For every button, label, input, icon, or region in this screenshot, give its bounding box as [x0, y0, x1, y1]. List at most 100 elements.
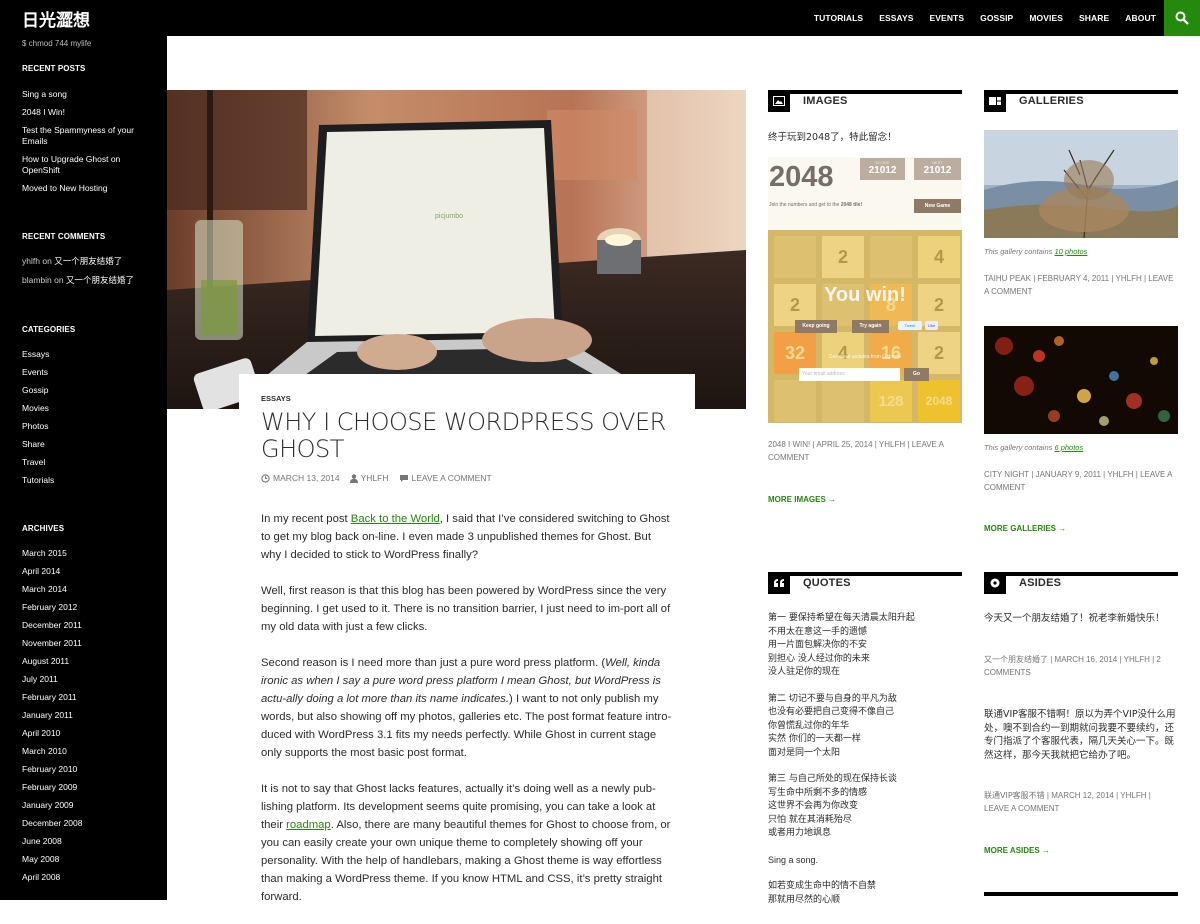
archives-list: March 2015 April 2014 March 2014 February 2…: [22, 548, 145, 883]
new-game-button[interactable]: New Game: [914, 199, 961, 213]
category-link[interactable]: Share: [22, 439, 145, 450]
gallery-post-author[interactable]: YHLFH: [1116, 274, 1142, 283]
comment-post-link[interactable]: 又一个朋友结婚了: [66, 276, 134, 286]
gallery-post-author[interactable]: YHLFH: [1107, 470, 1133, 479]
comment-post-link[interactable]: 又一个朋友结婚了: [54, 257, 122, 267]
archive-link[interactable]: March 2010: [22, 746, 145, 757]
recent-comments-heading: RECENT COMMENTS: [22, 232, 106, 241]
aside-post-author[interactable]: YHLFH: [1120, 791, 1146, 800]
nav-about[interactable]: ABOUT: [1117, 0, 1164, 36]
image-post-author[interactable]: YHLFH: [879, 440, 905, 449]
category-link[interactable]: Photos: [22, 421, 145, 432]
archive-link[interactable]: January 2009: [22, 800, 145, 811]
gallery-caption-1: This gallery contains 10 photos: [984, 247, 1087, 256]
archive-link[interactable]: February 2010: [22, 764, 145, 775]
archive-link[interactable]: February 2012: [22, 602, 145, 613]
recent-post-link[interactable]: Sing a song: [22, 89, 145, 100]
roadmap-link[interactable]: roadmap: [286, 819, 331, 831]
archive-link[interactable]: February 2011: [22, 692, 145, 703]
search-toggle[interactable]: [1164, 0, 1200, 36]
aside-post-comment[interactable]: LEAVE A COMMENT: [984, 804, 1059, 813]
aside-post-date[interactable]: MARCH 16, 2014: [1055, 655, 1118, 664]
gallery-post-link[interactable]: TAIHU PEAK: [984, 274, 1031, 283]
post-category-link[interactable]: ESSAYS: [261, 394, 291, 403]
nav-tutorials[interactable]: TUTORIALS: [806, 0, 871, 36]
archive-link[interactable]: April 2014: [22, 566, 145, 577]
win-message: You win!: [824, 284, 906, 306]
nav-gossip[interactable]: GOSSIP: [972, 0, 1021, 36]
image-post-link[interactable]: 2048 I WIN!: [768, 440, 810, 449]
nav-essays[interactable]: ESSAYS: [871, 0, 921, 36]
try-again-button[interactable]: Try again: [852, 320, 889, 333]
intro-text: Join the numbers and get to the: [769, 202, 841, 208]
more-galleries-link[interactable]: MORE GALLERIES →: [984, 524, 1066, 533]
archive-link[interactable]: July 2011: [22, 674, 145, 685]
archive-link[interactable]: January 2011: [22, 710, 145, 721]
more-images-link[interactable]: MORE IMAGES →: [768, 495, 836, 504]
archive-link[interactable]: May 2008: [22, 854, 145, 865]
quote-line: 面对是同一个太阳: [768, 747, 841, 758]
post-author-meta[interactable]: YHLFH: [349, 473, 389, 483]
archive-link[interactable]: March 2015: [22, 548, 145, 559]
site-title[interactable]: 日光澀想: [22, 6, 90, 31]
galleries-widget-heading[interactable]: GALLERIES: [1019, 95, 1084, 107]
archive-link[interactable]: March 2014: [22, 584, 145, 595]
post-title[interactable]: WHY I CHOOSE WORDPRESS OVER GHOST: [261, 409, 691, 463]
recent-post-link[interactable]: Test the Spammyness of your Emails: [22, 125, 147, 147]
category-link[interactable]: Events: [22, 367, 145, 378]
gallery-image-citynight[interactable]: [984, 326, 1178, 434]
archive-link[interactable]: February 2009: [22, 782, 145, 793]
keep-going-button[interactable]: Keep going: [795, 320, 837, 333]
post-date-meta[interactable]: MARCH 13, 2014: [261, 473, 340, 483]
category-link[interactable]: Movies: [22, 403, 145, 414]
category-link[interactable]: Essays: [22, 349, 145, 360]
recent-post-link[interactable]: 2048 I Win!: [22, 107, 145, 118]
gallery-post-link[interactable]: CITY NIGHT: [984, 470, 1029, 479]
quote-stanza: 第二 切记不要与自身的平凡为敌 也没有必要把自己变得不像自己 你曾慌乱过你的年华…: [768, 693, 962, 761]
nav-events[interactable]: EVENTS: [922, 0, 973, 36]
category-link[interactable]: Travel: [22, 457, 145, 468]
caption-text: This gallery contains: [984, 443, 1055, 452]
game-logo: 2048: [769, 161, 834, 193]
category-link[interactable]: Gossip: [22, 385, 145, 396]
asides-widget-heading[interactable]: ASIDES: [1019, 577, 1061, 589]
go-button[interactable]: Go: [904, 368, 929, 381]
archive-link[interactable]: April 2010: [22, 728, 145, 739]
score-box: SCORE 21012: [860, 158, 905, 180]
images-widget-heading[interactable]: IMAGES: [803, 95, 848, 107]
game-screenshot[interactable]: 2048 SCORE 21012 BEST 21012 Join the num…: [768, 157, 962, 423]
email-input[interactable]: Your email address: [799, 368, 900, 381]
archive-link[interactable]: November 2011: [22, 638, 145, 649]
back-to-world-link[interactable]: Back to the World: [351, 513, 440, 525]
archive-link[interactable]: December 2011: [22, 620, 145, 631]
recent-post-link[interactable]: How to Upgrade Ghost on OpenShift: [22, 154, 147, 176]
nav-movies[interactable]: MOVIES: [1021, 0, 1071, 36]
quotes-widget-heading[interactable]: QUOTES: [803, 577, 851, 589]
archives-heading: ARCHIVES: [22, 524, 65, 533]
like-button[interactable]: Like: [925, 321, 938, 330]
gallery-image-taihu[interactable]: [984, 130, 1178, 238]
nav-share[interactable]: SHARE: [1071, 0, 1117, 36]
gallery-post-date[interactable]: FEBRUARY 4, 2011: [1038, 274, 1110, 283]
featured-image[interactable]: picjumbo: [167, 90, 746, 409]
quote-line: 别担心 没人经过你的未来: [768, 653, 870, 664]
gallery-photos-link[interactable]: 6 photos: [1054, 443, 1083, 452]
archive-link[interactable]: April 2008: [22, 872, 145, 883]
more-asides-link[interactable]: MORE ASIDES →: [984, 846, 1050, 855]
primary-navigation: TUTORIALS ESSAYS EVENTS GOSSIP MOVIES SH…: [806, 0, 1164, 36]
gallery-post-date[interactable]: JANUARY 9, 2011: [1036, 470, 1101, 479]
image-post-date[interactable]: APRIL 25, 2014: [816, 440, 872, 449]
archive-link[interactable]: December 2008: [22, 818, 145, 829]
gallery-photos-link[interactable]: 10 photos: [1054, 247, 1087, 256]
aside-post-link[interactable]: 又一个朋友结婚了: [984, 655, 1048, 664]
aside-post-link[interactable]: 联通VIP客服不错: [984, 791, 1045, 800]
aside-post-author[interactable]: YHLFH: [1124, 655, 1150, 664]
categories-heading: CATEGORIES: [22, 325, 76, 334]
archive-link[interactable]: August 2011: [22, 656, 145, 667]
category-link[interactable]: Tutorials: [22, 475, 145, 486]
tweet-button[interactable]: Tweet: [898, 321, 922, 330]
aside-post-date[interactable]: MARCH 12, 2014: [1051, 791, 1114, 800]
post-comment-meta[interactable]: LEAVE A COMMENT: [399, 473, 492, 483]
archive-link[interactable]: June 2008: [22, 836, 145, 847]
recent-post-link[interactable]: Moved to New Hosting: [22, 183, 145, 194]
